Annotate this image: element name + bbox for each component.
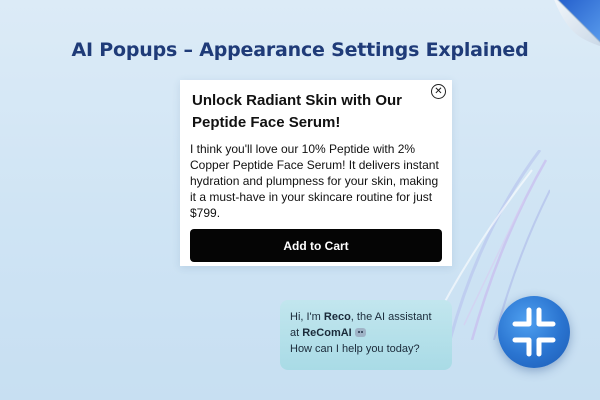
ai-popup: ✕ Unlock Radiant Skin with Our Peptide F…: [180, 80, 452, 266]
robot-icon: [354, 328, 366, 337]
assistant-name: Reco: [323, 311, 351, 323]
greeting-prefix: Hi, I'm: [290, 311, 324, 323]
greeting-question: How can I help you today?: [290, 343, 420, 355]
chat-launcher-button[interactable]: [498, 296, 570, 368]
popup-title: Unlock Radiant Skin with Our Peptide Fac…: [192, 92, 403, 131]
page-title: AI Popups – Appearance Settings Explaine…: [71, 38, 529, 61]
add-to-cart-button[interactable]: Add to Cart: [190, 229, 442, 262]
chat-greeting-bubble[interactable]: Hi, I'm Reco, the AI assistant at ReComA…: [280, 300, 452, 370]
popup-message: I think you'll love our 10% Peptide with…: [190, 142, 439, 220]
reco-logo-icon: [512, 307, 556, 357]
close-icon[interactable]: ✕: [431, 84, 446, 99]
brand-name: ReComAI: [302, 327, 352, 339]
